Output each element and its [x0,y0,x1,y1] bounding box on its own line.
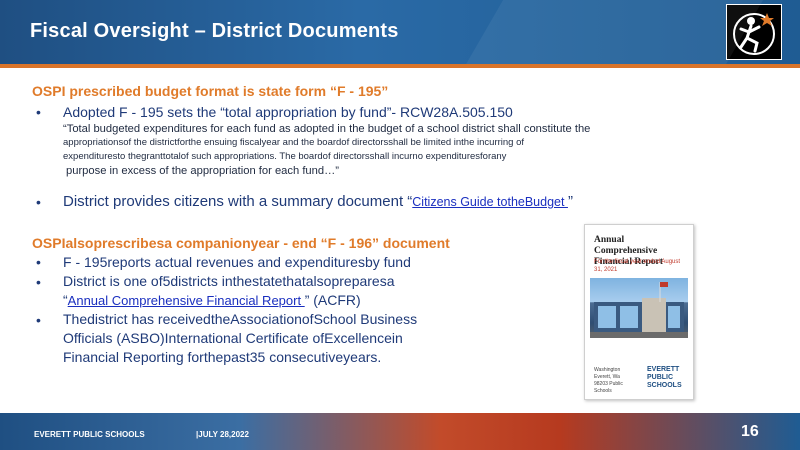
slide-title: Fiscal Oversight – District Documents [30,20,399,42]
footer-org: EVERETT PUBLIC SCHOOLS [34,430,145,439]
section2-heading: OSPIalsoprescribesa companionyear - end … [32,235,450,251]
district-logo [726,4,782,60]
rcw-quote-line2: appropriationsof the districtforthe ensu… [63,137,525,148]
acfr-link[interactable]: Annual Comprehensive Financial Report [68,293,305,308]
everett-public-schools-logo: EVERETT PUBLIC SCHOOLS [647,366,682,389]
citizens-guide-link[interactable]: Citizens Guide totheBudget [412,195,568,209]
district-acfr-line2: “Annual Comprehensive Financial Report ”… [63,292,361,308]
cover-footer-text: Washington Everett, Wa 98203 Public Scho… [594,367,623,394]
rcw-quote-line3: expendituresto thegranttotalof such appr… [63,151,507,162]
bullet-dot: • [36,254,41,270]
section1-heading: OSPI prescribed budget format is state f… [32,83,389,99]
adopted-bullet: Adopted F - 195 sets the “total appropri… [63,104,513,120]
bullet-dot: • [36,104,41,120]
citizens-guide-prefix: District provides citizens with a summar… [63,193,413,210]
asbo-line2: Officials (ASBO)International Certificat… [63,330,403,346]
asbo-line3: Financial Reporting forthepast35 consecu… [63,349,382,365]
header-rule [0,64,800,68]
acfr-cover-image: Annual Comprehensive Financial Report Fo… [584,224,694,400]
cover-subtitle: For the fiscal year ended August 31, 202… [594,259,681,273]
acfr-suffix: (ACFR) [309,292,361,308]
rcw-quote-line4: purpose in excess of the appropriation f… [66,165,340,177]
bullet-dot: • [36,312,41,328]
bullet-dot: • [36,274,41,290]
district-acfr-line1: District is one of5districts inthestatet… [63,273,395,289]
footer-date: |JULY 28,2022 [196,430,249,439]
slide-header: Fiscal Oversight – District Documents [0,0,800,64]
school-building-photo [590,278,688,338]
citizens-guide-suffix: ” [567,193,573,210]
asbo-line1: Thedistrict has receivedtheAssociationof… [63,311,418,327]
citizens-guide-bullet: District provides citizens with a summar… [63,193,573,210]
f195-reports-bullet: F - 195reports actual revenues and expen… [63,254,411,270]
page-number: 16 [741,423,759,440]
bullet-dot: • [36,194,41,210]
runner-icon [733,13,775,55]
rcw-quote-line1: “Total budgeted expenditures for each fu… [63,123,591,135]
